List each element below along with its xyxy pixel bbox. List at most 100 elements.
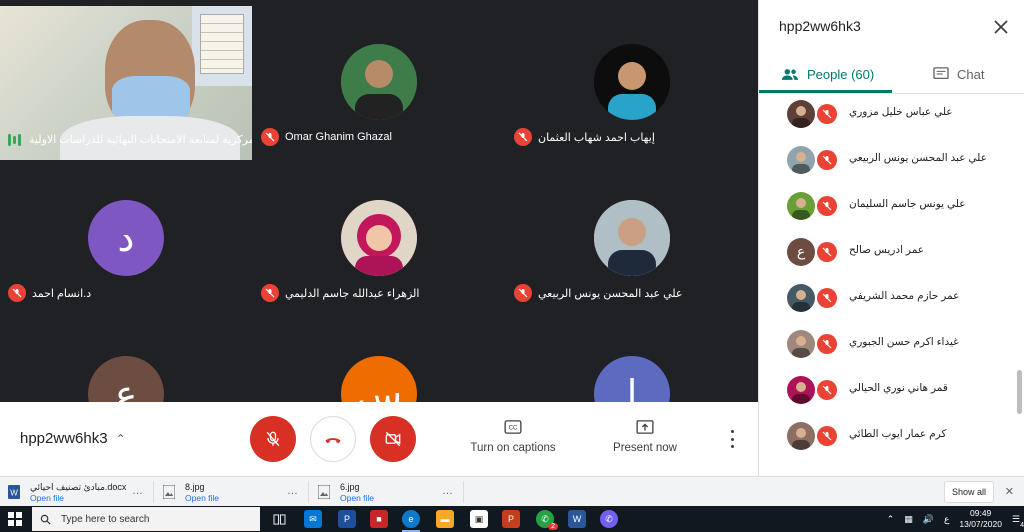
image-file-icon bbox=[318, 485, 330, 499]
download-item[interactable]: W مبادئ تصنيف احيائي.docx Open file … bbox=[0, 479, 154, 505]
app-icon[interactable]: ■ bbox=[370, 510, 388, 528]
mic-off-icon bbox=[817, 242, 837, 262]
scrollbar[interactable] bbox=[1017, 370, 1022, 414]
planner-icon[interactable]: P bbox=[338, 510, 356, 528]
notification-count: 4 bbox=[1020, 521, 1024, 529]
close-icon[interactable] bbox=[992, 18, 1010, 36]
avatar bbox=[787, 192, 815, 220]
chevron-up-icon[interactable]: ⌃ bbox=[887, 514, 895, 525]
network-icon[interactable]: ▦ bbox=[904, 514, 913, 525]
tile-participant[interactable]: علي عبد المحسن يونس الربيعي bbox=[506, 162, 758, 316]
close-icon[interactable]: ✕ bbox=[1005, 485, 1014, 498]
tab-chat-label: Chat bbox=[957, 66, 985, 82]
clock-time: 09:49 bbox=[970, 508, 992, 518]
avatar: س bbox=[341, 356, 417, 402]
participant-row[interactable]: علي عبد المحسن يونس الربيعي bbox=[759, 140, 1015, 186]
taskbar-search[interactable]: Type here to search bbox=[32, 507, 260, 531]
clock[interactable]: 09:49 13/07/2020 bbox=[959, 508, 1002, 530]
download-filename: 8.jpg bbox=[185, 482, 205, 492]
participant-row[interactable]: عمر حازم محمد الشريفي bbox=[759, 278, 1015, 324]
search-placeholder: Type here to search bbox=[61, 513, 150, 525]
camera-toggle-button[interactable] bbox=[370, 416, 416, 462]
avatar bbox=[787, 146, 815, 174]
tile-name: اللجنة المركزية لمتابعة الامتحانات النها… bbox=[8, 133, 252, 146]
participant-name: علي عبد المحسن يونس الربيعي bbox=[849, 152, 987, 164]
participant-row[interactable]: ع عمر ادريس صالح bbox=[759, 232, 1015, 278]
edge-browser-icon[interactable]: e bbox=[402, 510, 420, 532]
more-options-icon[interactable] bbox=[728, 430, 736, 448]
more-icon[interactable]: … bbox=[132, 485, 144, 497]
mic-off-icon bbox=[817, 380, 837, 400]
mail-icon[interactable]: ✉ bbox=[304, 510, 322, 528]
powerpoint-icon[interactable]: P bbox=[502, 510, 520, 528]
word-doc-icon: W bbox=[8, 485, 20, 499]
tile-participant[interactable]: س bbox=[253, 318, 505, 402]
tile-name: د.انسام احمد bbox=[8, 284, 91, 302]
open-file-link[interactable]: Open file bbox=[340, 493, 374, 503]
avatar: د bbox=[88, 200, 164, 276]
tab-people[interactable]: People (60) bbox=[781, 58, 874, 90]
meeting-details-button[interactable]: hpp2ww6hk3 ⌃ bbox=[20, 430, 126, 447]
tile-name-label: علي عبد المحسن يونس الربيعي bbox=[538, 287, 683, 300]
tile-participant[interactable]: إيهاب احمد شهاب العثمان bbox=[506, 6, 758, 160]
avatar-letter: س bbox=[355, 372, 403, 402]
mic-off-icon bbox=[514, 128, 532, 146]
word-icon[interactable]: W bbox=[568, 510, 586, 528]
leave-call-button[interactable] bbox=[310, 416, 356, 462]
open-file-link[interactable]: Open file bbox=[185, 493, 219, 503]
tile-name: علي عبد المحسن يونس الربيعي bbox=[514, 284, 682, 302]
input-language[interactable]: ع bbox=[944, 514, 949, 525]
panel-title: hpp2ww6hk3 bbox=[779, 18, 861, 34]
more-icon[interactable]: … bbox=[442, 485, 454, 497]
tab-chat[interactable]: Chat bbox=[933, 58, 984, 90]
notifications-icon[interactable]: ☰ 4 bbox=[1012, 514, 1024, 529]
participant-row[interactable]: قمر هاني نوري الحيالي bbox=[759, 370, 1015, 416]
tile-name-label: إيهاب احمد شهاب العثمان bbox=[538, 131, 655, 144]
mic-toggle-button[interactable] bbox=[250, 416, 296, 462]
download-item[interactable]: 8.jpg Open file … bbox=[155, 479, 309, 505]
show-all-button[interactable]: Show all bbox=[944, 481, 994, 503]
avatar bbox=[594, 44, 670, 120]
image-file-icon bbox=[163, 485, 175, 499]
volume-icon[interactable]: 🔊 bbox=[923, 514, 934, 525]
avatar bbox=[787, 422, 815, 450]
mic-off-icon bbox=[817, 426, 837, 446]
store-icon[interactable]: ▣ bbox=[470, 510, 488, 528]
participant-row[interactable]: كرم عمار ايوب الطائي bbox=[759, 416, 1015, 462]
viber-icon[interactable]: ✆ bbox=[600, 510, 618, 528]
avatar-letter: ا bbox=[626, 372, 638, 402]
avatar-letter: ع bbox=[114, 372, 138, 402]
tile-participant[interactable]: ا bbox=[506, 318, 758, 402]
present-now-button[interactable]: Present now bbox=[590, 442, 700, 454]
tile-participant[interactable]: Omar Ghanim Ghazal bbox=[253, 6, 505, 160]
participant-row[interactable]: غيداء اكرم حسن الجبوري bbox=[759, 324, 1015, 370]
tile-name-label: الزهراء عبدالله جاسم الدليمي bbox=[285, 287, 420, 300]
avatar bbox=[787, 376, 815, 404]
participant-row[interactable]: علي عباس خليل مزوري bbox=[759, 94, 1015, 140]
task-view-icon[interactable] bbox=[270, 510, 288, 528]
open-file-link[interactable]: Open file bbox=[30, 493, 64, 503]
system-tray: ⌃ ▦ 🔊 ع 09:49 13/07/2020 ☰ 4 bbox=[887, 506, 1024, 532]
avatar bbox=[594, 200, 670, 276]
mic-off-icon bbox=[817, 150, 837, 170]
speaking-indicator-icon bbox=[8, 133, 21, 146]
more-icon[interactable]: … bbox=[287, 485, 299, 497]
tile-name-label: اللجنة المركزية لمتابعة الامتحانات النها… bbox=[29, 134, 252, 146]
captions-button[interactable]: Turn on captions bbox=[458, 442, 568, 454]
participant-row[interactable]: علي يونس جاسم السليمان bbox=[759, 186, 1015, 232]
avatar bbox=[787, 100, 815, 128]
file-explorer-icon[interactable]: ▬ bbox=[436, 510, 454, 528]
divider bbox=[463, 481, 464, 503]
tile-participant[interactable]: ع bbox=[0, 318, 252, 402]
tile-presenter[interactable]: اللجنة المركزية لمتابعة الامتحانات النها… bbox=[0, 6, 252, 160]
tile-participant[interactable]: الزهراء عبدالله جاسم الدليمي bbox=[253, 162, 505, 316]
downloads-bar: W مبادئ تصنيف احيائي.docx Open file … 8.… bbox=[0, 476, 1024, 506]
participant-name: عمر ادريس صالح bbox=[849, 244, 925, 256]
tile-participant[interactable]: د د.انسام احمد bbox=[0, 162, 252, 316]
windows-start-icon[interactable] bbox=[8, 512, 22, 526]
participant-name: علي عباس خليل مزوري bbox=[849, 106, 953, 118]
avatar-letter: ع bbox=[796, 244, 806, 260]
whatsapp-icon[interactable]: ✆ 2 bbox=[536, 510, 558, 530]
mic-off-icon bbox=[261, 284, 279, 302]
download-item[interactable]: 6.jpg Open file … bbox=[310, 479, 464, 505]
